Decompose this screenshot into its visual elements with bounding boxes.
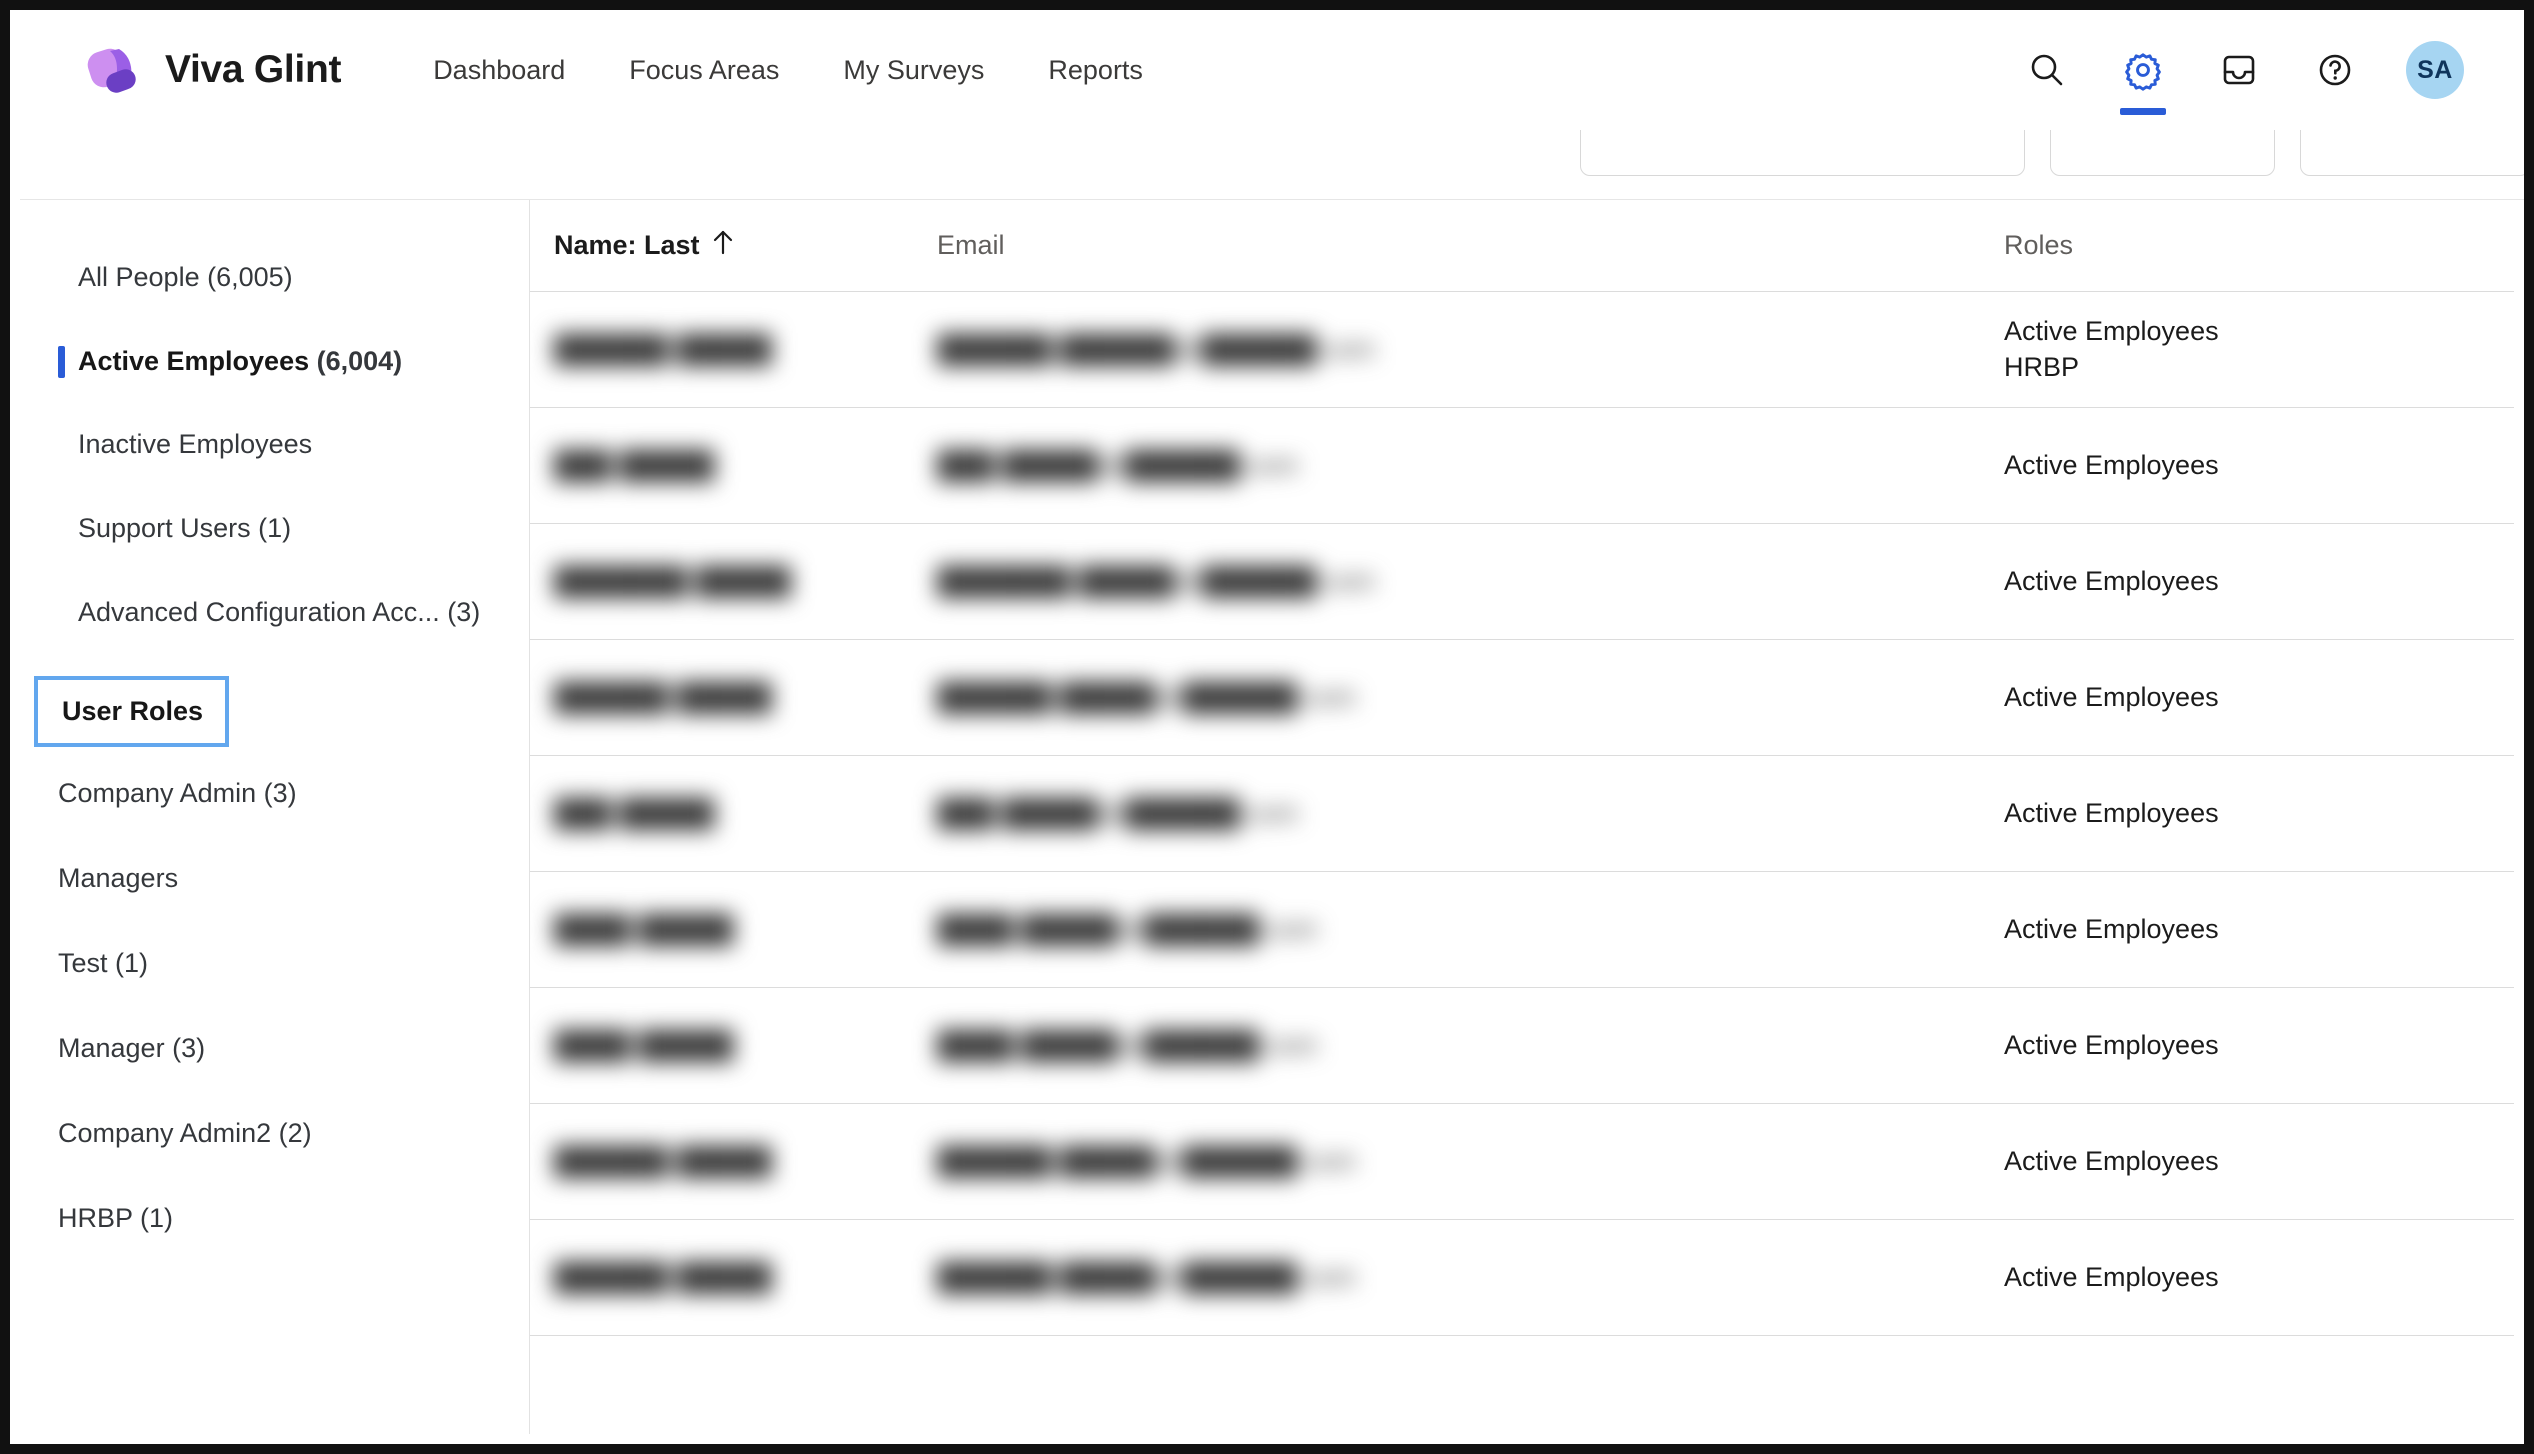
sidebar-section-user-roles[interactable]: User Roles bbox=[34, 676, 230, 748]
sidebar: All People (6,005) Active Employees (6,0… bbox=[20, 200, 530, 1434]
sidebar-item-count: (1) bbox=[140, 1203, 174, 1234]
cell-email: ████.█████@██████.com bbox=[937, 913, 1318, 944]
avatar[interactable]: SA bbox=[2406, 41, 2464, 99]
table-row[interactable]: ██████ █████ ██████.█████@██████.com Act… bbox=[530, 640, 2514, 756]
sidebar-item-label: Inactive Employees bbox=[78, 429, 313, 460]
sidebar-item-company-admin2[interactable]: Company Admin2 (2) bbox=[20, 1105, 529, 1162]
cell-roles: Active Employees bbox=[2004, 449, 2219, 480]
cell-email: ███.█████@██████.com bbox=[937, 449, 1299, 480]
cell-email: ██████.█████@██████.com bbox=[937, 1145, 1356, 1176]
page-body: All People (6,005) Active Employees (6,0… bbox=[20, 200, 2514, 1434]
sidebar-item-active-employees[interactable]: Active Employees (6,004) bbox=[20, 334, 529, 390]
cell-email: ██████.██████@██████.com bbox=[937, 333, 1375, 364]
sidebar-item-count: (1) bbox=[258, 513, 292, 544]
cell-roles: Active Employees bbox=[2004, 565, 2219, 596]
cell-roles: Active Employees bbox=[2004, 1029, 2219, 1060]
nav-item-reports[interactable]: Reports bbox=[1044, 49, 1147, 92]
sidebar-item-label: Support Users bbox=[78, 513, 251, 544]
top-navigation-bar: Viva Glint Dashboard Focus Areas My Surv… bbox=[10, 10, 2524, 130]
sidebar-item-label: Company Admin2 bbox=[58, 1118, 272, 1149]
sidebar-item-managers[interactable]: Managers bbox=[20, 850, 529, 907]
sidebar-item-label: Manager bbox=[58, 1033, 165, 1064]
sidebar-item-label: HRBP bbox=[58, 1203, 133, 1234]
sidebar-item-advanced-configuration-access[interactable]: Advanced Configuration Acc... (3) bbox=[20, 585, 529, 641]
cell-name: ████ █████ bbox=[554, 1029, 734, 1060]
cell-name: ██████ █████ bbox=[554, 1145, 772, 1176]
table-row[interactable]: ██████ █████ ██████.█████@██████.com Act… bbox=[530, 1104, 2514, 1220]
table-row[interactable]: Oliver Abbott oliver.abbott@example.com … bbox=[530, 1394, 2514, 1434]
table-row[interactable]: ███████ █████ ███████.█████@██████.com A… bbox=[530, 524, 2514, 640]
sidebar-item-count: (6,004) bbox=[316, 345, 403, 376]
table-row[interactable]: ██████ █████ ██████.██████@██████.com Ac… bbox=[530, 292, 2514, 408]
table-body: ██████ █████ ██████.██████@██████.com Ac… bbox=[530, 292, 2514, 1336]
cell-name: ██████ █████ bbox=[554, 681, 772, 712]
search-icon[interactable] bbox=[2016, 39, 2078, 101]
nav-item-dashboard[interactable]: Dashboard bbox=[429, 49, 569, 92]
gear-icon[interactable] bbox=[2112, 39, 2174, 115]
cell-name: ███ █████ bbox=[554, 449, 715, 480]
app-window: Viva Glint Dashboard Focus Areas My Surv… bbox=[0, 0, 2534, 1454]
inbox-icon[interactable] bbox=[2208, 39, 2270, 101]
primary-menu: Dashboard Focus Areas My Surveys Reports bbox=[429, 49, 1147, 92]
cell-name: ███████ █████ bbox=[554, 565, 792, 596]
sidebar-item-count: (6,005) bbox=[207, 262, 293, 292]
sidebar-item-count: (1) bbox=[115, 948, 149, 979]
sidebar-item-all-people[interactable]: All People (6,005) bbox=[20, 250, 529, 306]
cell-roles: Active Employees bbox=[2004, 1145, 2219, 1176]
sidebar-item-company-admin[interactable]: Company Admin (3) bbox=[20, 765, 529, 822]
column-header-label: Name: Last bbox=[554, 230, 700, 260]
cell-name: ██████ █████ bbox=[554, 333, 772, 364]
column-header-email[interactable]: Email bbox=[915, 230, 1974, 261]
cell-roles: Active Employees HRBP bbox=[2004, 315, 2219, 382]
sidebar-item-label: All People bbox=[78, 262, 200, 292]
sidebar-item-count: (3) bbox=[172, 1033, 206, 1064]
cell-email: ██████.█████@██████.com bbox=[937, 681, 1356, 712]
cell-email: ██████.█████@██████.com bbox=[937, 1261, 1356, 1292]
people-table: Name: Last Email Roles ██████ █████ ████… bbox=[530, 200, 2514, 1434]
sidebar-item-test[interactable]: Test (1) bbox=[20, 935, 529, 992]
sidebar-item-count: (2) bbox=[278, 1118, 312, 1149]
sidebar-item-label: Company Admin bbox=[58, 778, 257, 809]
cell-email: ███████.█████@██████.com bbox=[937, 565, 1375, 596]
table-row[interactable]: ████ █████ ████.█████@██████.com Active … bbox=[530, 988, 2514, 1104]
nav-item-my-surveys[interactable]: My Surveys bbox=[839, 49, 988, 92]
cell-roles: Active Employees bbox=[2004, 913, 2219, 944]
sidebar-item-inactive-employees[interactable]: Inactive Employees bbox=[20, 417, 529, 473]
sidebar-item-label: Active Employees bbox=[78, 345, 310, 376]
help-icon[interactable] bbox=[2304, 39, 2366, 101]
sort-ascending-arrow-icon bbox=[712, 229, 734, 262]
cell-email: ███.█████@██████.com bbox=[937, 797, 1299, 828]
sidebar-item-hrbp[interactable]: HRBP (1) bbox=[20, 1190, 529, 1247]
table-header-row: Name: Last Email Roles bbox=[530, 200, 2514, 292]
nav-icon-bar: SA bbox=[2016, 39, 2464, 115]
sidebar-item-count: (3) bbox=[447, 596, 481, 627]
table-row[interactable]: ███ █████ ███.█████@██████.com Active Em… bbox=[530, 756, 2514, 872]
sidebar-item-label: Advanced Configuration Acc... bbox=[78, 596, 440, 627]
sidebar-item-label: Test bbox=[58, 948, 108, 979]
column-header-name[interactable]: Name: Last bbox=[530, 229, 915, 262]
viva-glint-logo-icon bbox=[85, 41, 143, 99]
table-row[interactable]: ██████ █████ ██████.█████@██████.com Act… bbox=[530, 1220, 2514, 1336]
table-row[interactable]: ████ █████ ████.█████@██████.com Active … bbox=[530, 872, 2514, 988]
cell-roles: Active Employees bbox=[2004, 1261, 2219, 1292]
cell-name: ██████ █████ bbox=[554, 1261, 772, 1292]
sidebar-item-manager[interactable]: Manager (3) bbox=[20, 1020, 529, 1077]
cell-name: ███ █████ bbox=[554, 797, 715, 828]
nav-item-focus-areas[interactable]: Focus Areas bbox=[625, 49, 783, 92]
table-row[interactable]: ███ █████ ███.█████@██████.com Active Em… bbox=[530, 408, 2514, 524]
sidebar-item-label: Managers bbox=[58, 863, 179, 894]
brand-name: Viva Glint bbox=[165, 48, 342, 91]
cell-roles: Active Employees bbox=[2004, 681, 2219, 712]
cell-name: ████ █████ bbox=[554, 913, 734, 944]
column-header-roles[interactable]: Roles bbox=[1974, 230, 2514, 261]
cell-email: ████.█████@██████.com bbox=[937, 1029, 1318, 1060]
cell-roles: Active Employees bbox=[2004, 797, 2219, 828]
brand-logo-area[interactable]: Viva Glint bbox=[85, 41, 341, 99]
sidebar-item-count: (3) bbox=[263, 778, 297, 809]
sidebar-item-support-users[interactable]: Support Users (1) bbox=[20, 501, 529, 557]
